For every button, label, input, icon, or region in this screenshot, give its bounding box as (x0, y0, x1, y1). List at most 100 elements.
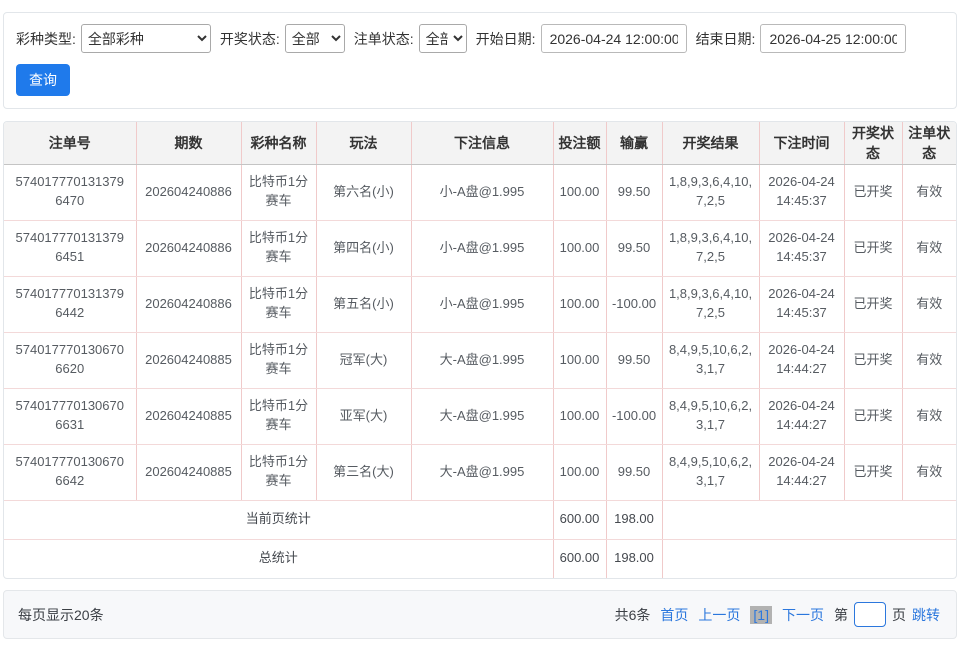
prev-page-link[interactable]: 上一页 (698, 605, 740, 625)
query-button[interactable]: 查询 (16, 64, 70, 96)
total-count-text: 共6条 (615, 605, 651, 625)
header-bet-status: 注单状态 (902, 122, 956, 164)
header-winloss: 输赢 (606, 122, 662, 164)
cell-lottery-name: 比特币1分 赛车 (241, 164, 316, 220)
cell-winloss: -100.00 (606, 388, 662, 444)
draw-status-label: 开奖状态: (220, 29, 280, 49)
cell-draw-result: 1,8,9,3,6,4,10, 7,2,5 (662, 164, 759, 220)
end-date-label: 结束日期: (696, 29, 756, 49)
header-bet-amount: 投注额 (553, 122, 606, 164)
cell-winloss: -100.00 (606, 276, 662, 332)
table-row: 574017770131379 6451 202604240886 比特币1分 … (4, 220, 956, 276)
page-jump-group: 第 页 跳转 (834, 602, 940, 627)
cell-bet-time: 2026-04-24 14:45:37 (759, 276, 844, 332)
cell-bet-time: 2026-04-24 14:44:27 (759, 444, 844, 500)
current-page-winloss-total: 198.00 (606, 500, 662, 539)
bet-status-label: 注单状态: (354, 29, 414, 49)
grand-total-bet-total: 600.00 (553, 539, 606, 578)
table-row: 574017770131379 6470 202604240886 比特币1分 … (4, 164, 956, 220)
header-bet-number: 注单号 (4, 122, 136, 164)
cell-draw-status: 已开奖 (844, 276, 902, 332)
cell-bet-amount: 100.00 (553, 276, 606, 332)
cell-play-type: 第三名(大) (316, 444, 411, 500)
next-page-link[interactable]: 下一页 (782, 605, 824, 625)
cell-draw-status: 已开奖 (844, 444, 902, 500)
cell-bet-info: 小-A盘@1.995 (411, 164, 553, 220)
first-page-link[interactable]: 首页 (660, 605, 688, 625)
cell-bet-number: 574017770130670 6631 (4, 388, 136, 444)
bet-status-select[interactable]: 全部 (419, 24, 467, 53)
cell-draw-result: 8,4,9,5,10,6,2, 3,1,7 (662, 444, 759, 500)
header-play-type: 玩法 (316, 122, 411, 164)
cell-winloss: 99.50 (606, 332, 662, 388)
start-date-input[interactable] (541, 24, 687, 53)
cell-play-type: 亚军(大) (316, 388, 411, 444)
cell-draw-result: 8,4,9,5,10,6,2, 3,1,7 (662, 332, 759, 388)
start-date-label: 开始日期: (476, 29, 536, 49)
page-jump-input[interactable] (854, 602, 886, 627)
draw-status-select[interactable]: 全部 (285, 24, 345, 53)
cell-period: 202604240886 (136, 220, 241, 276)
cell-lottery-name: 比特币1分 赛车 (241, 388, 316, 444)
cell-draw-status: 已开奖 (844, 332, 902, 388)
end-date-input[interactable] (760, 24, 906, 53)
cell-bet-info: 大-A盘@1.995 (411, 444, 553, 500)
lottery-type-select[interactable]: 全部彩种 (81, 24, 211, 53)
cell-winloss: 99.50 (606, 164, 662, 220)
cell-play-type: 第六名(小) (316, 164, 411, 220)
bet-records-table-panel: 注单号 期数 彩种名称 玩法 下注信息 投注额 输赢 开奖结果 下注时间 开奖状… (3, 121, 957, 579)
table-row: 574017770130670 6631 202604240885 比特币1分 … (4, 388, 956, 444)
grand-total-summary-row: 总统计 600.00 198.00 (4, 539, 956, 578)
cell-bet-status: 有效 (902, 276, 956, 332)
filter-panel: 彩种类型: 全部彩种 开奖状态: 全部 注单状态: 全部 开始日期: 结束日期:… (3, 12, 957, 109)
table-body: 574017770131379 6470 202604240886 比特币1分 … (4, 164, 956, 500)
cell-winloss: 99.50 (606, 444, 662, 500)
cell-period: 202604240885 (136, 444, 241, 500)
cell-bet-amount: 100.00 (553, 220, 606, 276)
cell-bet-time: 2026-04-24 14:44:27 (759, 332, 844, 388)
cell-bet-status: 有效 (902, 388, 956, 444)
pagination: 共6条 首页 上一页 [1] 下一页 第 页 跳转 (615, 602, 940, 627)
cell-bet-amount: 100.00 (553, 388, 606, 444)
cell-bet-status: 有效 (902, 220, 956, 276)
cell-lottery-name: 比特币1分 赛车 (241, 444, 316, 500)
lottery-type-label: 彩种类型: (16, 29, 76, 49)
table-header-row: 注单号 期数 彩种名称 玩法 下注信息 投注额 输赢 开奖结果 下注时间 开奖状… (4, 122, 956, 164)
grand-total-summary-empty (662, 539, 956, 578)
cell-bet-status: 有效 (902, 164, 956, 220)
cell-draw-status: 已开奖 (844, 388, 902, 444)
cell-bet-time: 2026-04-24 14:45:37 (759, 164, 844, 220)
cell-bet-amount: 100.00 (553, 332, 606, 388)
cell-bet-amount: 100.00 (553, 444, 606, 500)
page-jump-suffix-label: 页 (892, 605, 906, 625)
cell-bet-info: 小-A盘@1.995 (411, 220, 553, 276)
page-size-text: 每页显示20条 (18, 605, 104, 625)
header-lottery-name: 彩种名称 (241, 122, 316, 164)
cell-bet-info: 小-A盘@1.995 (411, 276, 553, 332)
jump-link[interactable]: 跳转 (912, 605, 940, 625)
current-page-summary-empty (662, 500, 956, 539)
cell-bet-number: 574017770131379 6442 (4, 276, 136, 332)
cell-bet-info: 大-A盘@1.995 (411, 332, 553, 388)
filter-row: 彩种类型: 全部彩种 开奖状态: 全部 注单状态: 全部 开始日期: 结束日期: (16, 24, 946, 53)
cell-bet-number: 574017770130670 6642 (4, 444, 136, 500)
footer-panel: 每页显示20条 共6条 首页 上一页 [1] 下一页 第 页 跳转 (3, 590, 957, 639)
cell-play-type: 第四名(小) (316, 220, 411, 276)
table-row: 574017770131379 6442 202604240886 比特币1分 … (4, 276, 956, 332)
cell-bet-time: 2026-04-24 14:44:27 (759, 388, 844, 444)
grand-total-label: 总统计 (4, 539, 553, 578)
cell-lottery-name: 比特币1分 赛车 (241, 220, 316, 276)
cell-bet-status: 有效 (902, 444, 956, 500)
table-row: 574017770130670 6642 202604240885 比特币1分 … (4, 444, 956, 500)
current-page-summary-row: 当前页统计 600.00 198.00 (4, 500, 956, 539)
cell-period: 202604240885 (136, 388, 241, 444)
cell-play-type: 冠军(大) (316, 332, 411, 388)
header-bet-info: 下注信息 (411, 122, 553, 164)
page-jump-prefix-label: 第 (834, 605, 848, 625)
current-page-bet-total: 600.00 (553, 500, 606, 539)
cell-draw-result: 1,8,9,3,6,4,10, 7,2,5 (662, 220, 759, 276)
cell-play-type: 第五名(小) (316, 276, 411, 332)
cell-bet-info: 大-A盘@1.995 (411, 388, 553, 444)
cell-bet-amount: 100.00 (553, 164, 606, 220)
cell-bet-number: 574017770131379 6451 (4, 220, 136, 276)
